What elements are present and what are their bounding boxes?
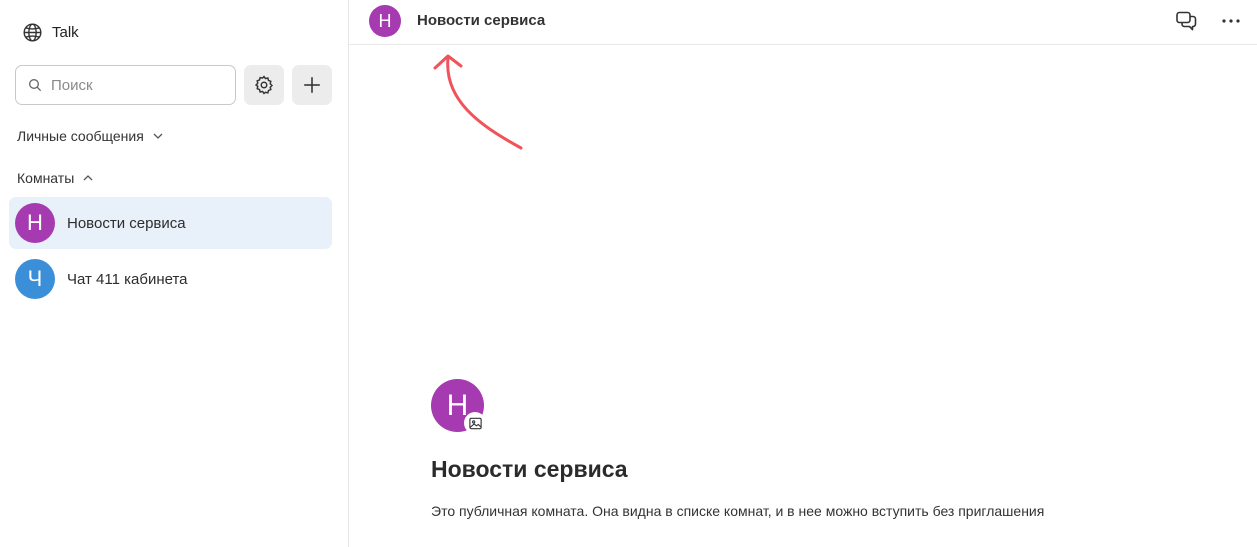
threads-icon (1176, 11, 1197, 31)
search-icon (29, 79, 42, 92)
direct-messages-label: Личные сообщения (17, 128, 144, 144)
room-list-item[interactable]: Ч Чат 411 кабинета (9, 253, 332, 305)
sidebar: Talk Личные сообщения (0, 0, 349, 547)
add-room-button[interactable] (292, 65, 332, 105)
header-room-avatar[interactable]: Н (369, 5, 401, 37)
rooms-label: Комнаты (17, 170, 75, 186)
room-avatar: Н (15, 203, 55, 243)
room-intro-description: Это публичная комната. Она видна в списк… (431, 503, 1045, 519)
gear-icon (254, 75, 274, 95)
room-avatar: Ч (15, 259, 55, 299)
direct-messages-section-toggle[interactable]: Личные сообщения (17, 128, 164, 144)
more-options-button[interactable] (1219, 9, 1243, 33)
search-box[interactable] (15, 65, 236, 105)
app-window: Talk Личные сообщения (0, 0, 1257, 547)
app-brand[interactable]: Talk (22, 22, 79, 43)
settings-button[interactable] (244, 65, 284, 105)
chevron-down-icon (153, 133, 163, 139)
globe-icon (23, 23, 42, 42)
room-intro-title: Новости сервиса (431, 456, 628, 482)
more-icon (1222, 19, 1240, 23)
room-header: Н Новости сервиса (349, 0, 1257, 45)
header-room-title[interactable]: Новости сервиса (417, 12, 545, 29)
rooms-section-toggle[interactable]: Комнаты (17, 170, 94, 186)
app-title: Talk (52, 24, 79, 41)
room-list-item[interactable]: Н Новости сервиса (9, 197, 332, 249)
room-name: Новости сервиса (67, 214, 186, 232)
room-intro-avatar-wrap: Н (431, 379, 487, 435)
image-icon (468, 417, 482, 429)
change-avatar-button[interactable] (464, 412, 486, 434)
annotation-arrow (433, 54, 523, 150)
chevron-up-icon (83, 175, 93, 181)
room-view: Н Новости сервиса Н Новости сервиса Это … (349, 0, 1257, 547)
search-input[interactable] (51, 76, 221, 94)
room-name: Чат 411 кабинета (67, 270, 188, 288)
plus-icon (304, 77, 320, 93)
threads-button[interactable] (1174, 9, 1198, 33)
